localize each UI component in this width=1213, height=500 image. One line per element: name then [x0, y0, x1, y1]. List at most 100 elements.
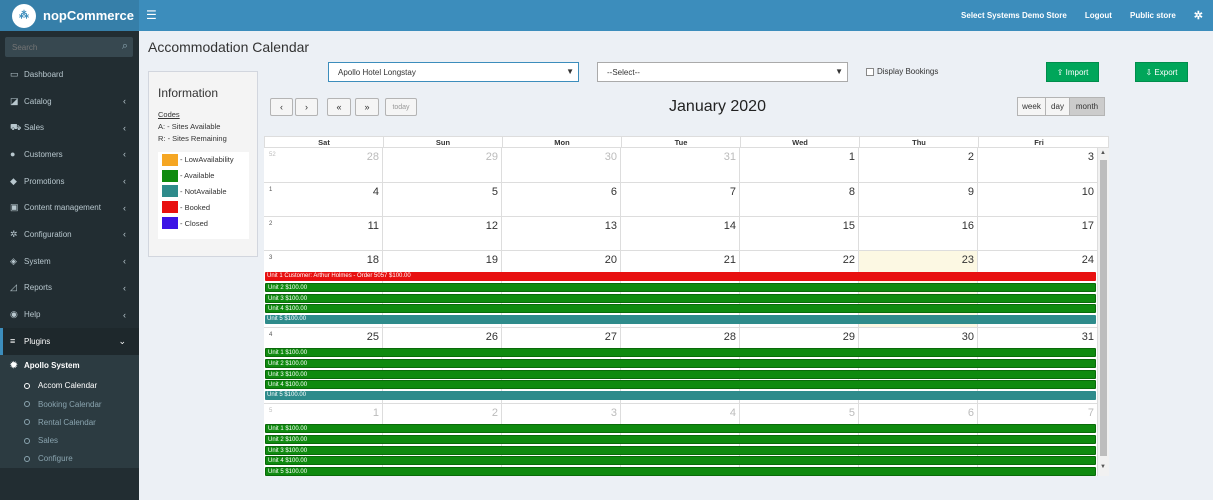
calendar-event[interactable]: Unit 2 $100.00 [265, 358, 1096, 368]
calendar-event[interactable]: Unit 5 $100.00 [265, 391, 1096, 401]
calendar-day-cell[interactable]: 13 [502, 217, 621, 251]
calendar-scrollbar[interactable]: ▲ ▼ [1098, 148, 1109, 476]
chevron-left-icon: ‹ [123, 122, 126, 133]
cogs-icon[interactable]: ✲ [1194, 9, 1203, 22]
next-month-button[interactable]: › [295, 98, 318, 116]
calendar-day-cell[interactable]: 11 2 [264, 217, 383, 251]
calendar-day-cell[interactable]: 17 [978, 217, 1098, 251]
calendar-day-cell[interactable]: 14 [621, 217, 740, 251]
sidebar-item-label: Catalog [24, 96, 52, 106]
view-week-button[interactable]: week [1017, 97, 1046, 116]
hotel-select-value: Apollo Hotel Longstay [338, 67, 416, 77]
calendar-day-cell[interactable]: 5 [383, 183, 502, 217]
view-day-button[interactable]: day [1045, 97, 1070, 116]
sidebar-item-help[interactable]: ◉ Help ‹ [0, 301, 139, 328]
export-label: Export [1154, 67, 1178, 77]
sidebar-item-promotions[interactable]: ◆ Promotions ‹ [0, 168, 139, 195]
calendar-week-row: 11 2 12 13 14 15 16 17 [264, 217, 1098, 251]
legend-swatch [162, 153, 178, 166]
search-input[interactable] [5, 37, 113, 57]
calendar-day-cell[interactable]: 6 [502, 183, 621, 217]
calendar-day-cell[interactable]: 3 [978, 148, 1098, 183]
sidebar-item-apollo-system[interactable]: ✹ Apollo System [0, 355, 139, 377]
sidebar-item-content-management[interactable]: ▣ Content management ‹ [0, 194, 139, 221]
calendar-event[interactable]: Unit 3 $100.00 [265, 293, 1096, 303]
scrollbar-thumb[interactable] [1100, 160, 1107, 456]
calendar-event[interactable]: Unit 1 Customer: Arthur Holmes - Order 5… [265, 272, 1096, 281]
sidebar-item-sales[interactable]: ⛟ Sales ‹ [0, 114, 139, 141]
calendar-event[interactable]: Unit 2 $100.00 [265, 282, 1096, 292]
sidebar-toggle-icon[interactable]: ☰ [146, 8, 157, 22]
display-bookings-checkbox[interactable] [866, 67, 874, 76]
calendar-event[interactable]: Unit 5 $100.00 [265, 315, 1096, 325]
day-number: 4 [372, 186, 379, 198]
calendar-day-cell[interactable]: 30 [502, 148, 621, 183]
next-year-button[interactable]: » [355, 98, 379, 116]
calendar-event[interactable]: Unit 3 $100.00 [265, 369, 1096, 379]
calendar-day-cell[interactable]: 29 [383, 148, 502, 183]
calendar-day-cell[interactable]: 8 [740, 183, 859, 217]
today-button[interactable]: today [385, 98, 417, 116]
calendar-day-cell[interactable]: 9 [859, 183, 978, 217]
logout-link[interactable]: Logout [1085, 11, 1112, 20]
calendar-day-cell[interactable]: 15 [740, 217, 859, 251]
sidebar-item-catalog[interactable]: ◪ Catalog ‹ [0, 88, 139, 115]
sidebar-item-configuration[interactable]: ✲ Configuration ‹ [0, 221, 139, 248]
calendar-day-cell[interactable]: 16 [859, 217, 978, 251]
calendar-day-cell[interactable]: 31 [621, 148, 740, 183]
sidebar-item-plugins[interactable]: ≡ Plugins ⌄ [0, 327, 139, 355]
import-button[interactable]: ⇪ Import [1046, 62, 1099, 82]
calendar-day-cell[interactable]: 12 [383, 217, 502, 251]
sidebar-item-system[interactable]: ◈ System ‹ [0, 248, 139, 275]
public-store-link[interactable]: Public store [1130, 11, 1176, 20]
calendar-event[interactable]: Unit 1 $100.00 [265, 424, 1096, 433]
sidebar-item-label: Reports [24, 283, 53, 293]
sidebar-subitem-configure[interactable]: Configure [0, 450, 139, 468]
calendar-day-cell[interactable]: 10 [978, 183, 1098, 217]
week-number: 5 [269, 408, 273, 414]
sidebar-subitem-accom-calendar[interactable]: Accom Calendar [0, 377, 139, 395]
sidebar-item-reports[interactable]: ◿ Reports ‹ [0, 275, 139, 302]
calendar-event[interactable]: Unit 4 $100.00 [265, 456, 1096, 466]
prev-month-button[interactable]: ‹ [270, 98, 293, 116]
sidebar-subitem-booking-calendar[interactable]: Booking Calendar [0, 395, 139, 413]
calendar-event[interactable]: Unit 1 $100.00 [265, 348, 1096, 357]
calendar-event[interactable]: Unit 4 $100.00 [265, 380, 1096, 390]
calendar-day-cell[interactable]: 7 [621, 183, 740, 217]
scroll-down-icon[interactable]: ▼ [1100, 464, 1106, 470]
search-icon[interactable]: ⌕ [122, 40, 128, 53]
calendar-event[interactable]: Unit 4 $100.00 [265, 304, 1096, 314]
display-bookings-toggle[interactable]: Display Bookings [866, 67, 938, 76]
hotel-select[interactable]: Apollo Hotel Longstay ▼ [328, 62, 579, 82]
calendar-day-cell[interactable]: 2 [859, 148, 978, 183]
day-number: 21 [723, 254, 736, 266]
sidebar-subitem-rental-calendar[interactable]: Rental Calendar [0, 413, 139, 431]
calendar-day-cell[interactable]: 41 [264, 183, 383, 217]
store-selector-link[interactable]: Select Systems Demo Store [961, 11, 1067, 20]
chevron-right-icon: › [305, 102, 308, 112]
calendar-event[interactable]: Unit 3 $100.00 [265, 445, 1096, 455]
day-number: 12 [485, 220, 498, 232]
dashboard-icon: ▭ [10, 68, 19, 79]
secondary-select[interactable]: --Select-- ▼ [597, 62, 848, 82]
view-month-button[interactable]: month [1069, 97, 1105, 116]
day-number: 25 [366, 331, 379, 343]
day-number: 22 [842, 254, 855, 266]
scroll-up-icon[interactable]: ▲ [1100, 150, 1106, 156]
day-number: 23 [961, 254, 974, 266]
calendar-day-cell[interactable]: 28 52 [264, 148, 383, 183]
calendar-event[interactable]: Unit 5 $100.00 [265, 467, 1096, 476]
sidebar-menu: ▭ Dashboard ◪ Catalog ‹ ⛟ Sales ‹ ● Customers ‹ ◆ Pr… [0, 61, 139, 469]
day-number: 5 [491, 186, 498, 198]
prev-year-button[interactable]: « [327, 98, 351, 116]
export-button[interactable]: ⇩ Export [1135, 62, 1188, 82]
logo[interactable]: ⁂ nopCommerce [0, 0, 139, 31]
day-number: 6 [610, 186, 617, 198]
calendar-event[interactable]: Unit 2 $100.00 [265, 434, 1096, 444]
sidebar-subitem-sales[interactable]: Sales [0, 431, 139, 449]
chart-icon: ◿ [10, 282, 17, 293]
sidebar-item-dashboard[interactable]: ▭ Dashboard [0, 61, 139, 88]
day-number: 26 [485, 331, 498, 343]
calendar-day-cell[interactable]: 1 [740, 148, 859, 183]
sidebar-item-customers[interactable]: ● Customers ‹ [0, 141, 139, 168]
